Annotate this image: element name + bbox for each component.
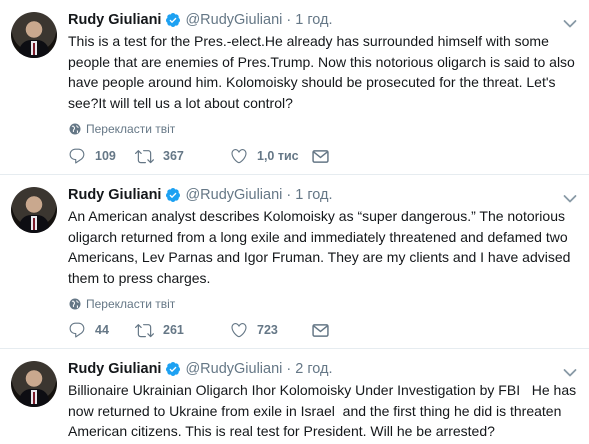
retweet-button[interactable]: 367 [135, 147, 230, 166]
tweet-header: Rudy Giuliani @RudyGiuliani · 1 год. [68, 10, 577, 30]
like-count: 723 [257, 323, 278, 337]
tweet-content: Rudy Giuliani @RudyGiuliani · 1 год. Thi… [68, 10, 577, 137]
caret-down-icon[interactable] [563, 16, 577, 28]
tweet-actions: 109 367 1,0 тис [68, 146, 329, 166]
translate-label: Перекласти твіт [86, 297, 176, 311]
retweet-icon [135, 321, 154, 340]
reply-icon [68, 147, 86, 165]
tweet-header: Rudy Giuliani @RudyGiuliani · 1 год. [68, 185, 577, 205]
tweet-timestamp[interactable]: 1 год. [295, 12, 332, 28]
reply-count: 44 [95, 323, 109, 337]
author-name[interactable]: Rudy Giuliani [68, 361, 161, 377]
author-name[interactable]: Rudy Giuliani [68, 12, 161, 28]
globe-icon [69, 123, 81, 135]
reply-button[interactable]: 109 [68, 147, 135, 165]
retweet-count: 367 [163, 149, 184, 163]
tweet-header: Rudy Giuliani @RudyGiuliani · 2 год. [68, 359, 577, 379]
separator-dot: · [286, 361, 292, 377]
message-icon [312, 323, 329, 337]
like-button[interactable]: 1,0 тис [230, 147, 312, 165]
tweet-timestamp[interactable]: 1 год. [295, 187, 332, 203]
translate-label: Перекласти твіт [86, 122, 176, 136]
author-handle[interactable]: @RudyGiuliani [185, 361, 282, 377]
direct-message-button[interactable] [312, 323, 329, 337]
separator-dot: · [286, 12, 292, 28]
separator-dot: · [286, 187, 292, 203]
like-button[interactable]: 723 [230, 321, 312, 339]
message-icon [312, 149, 329, 163]
tweet-feed: Rudy Giuliani @RudyGiuliani · 1 год. Thi… [0, 0, 589, 444]
author-handle[interactable]: @RudyGiuliani [185, 187, 282, 203]
tweet[interactable]: Rudy Giuliani @RudyGiuliani · 1 год. Thi… [0, 0, 589, 175]
retweet-icon [135, 147, 154, 166]
verified-badge-icon [165, 187, 181, 203]
tweet[interactable]: Rudy Giuliani @RudyGiuliani · 2 год. Bil… [0, 349, 589, 444]
author-name[interactable]: Rudy Giuliani [68, 187, 161, 203]
tweet-text: Billionaire Ukrainian Oligarch Ihor Kolo… [68, 382, 581, 439]
retweet-button[interactable]: 261 [135, 321, 230, 340]
caret-down-icon[interactable] [563, 191, 577, 203]
tweet-timestamp[interactable]: 2 год. [295, 361, 332, 377]
caret-down-icon[interactable] [563, 365, 577, 377]
globe-icon [69, 298, 81, 310]
verified-badge-icon [165, 361, 181, 377]
retweet-count: 261 [163, 323, 184, 337]
author-handle[interactable]: @RudyGiuliani [185, 12, 282, 28]
avatar[interactable] [11, 12, 57, 58]
tweet-content: Rudy Giuliani @RudyGiuliani · 1 год. An … [68, 185, 577, 312]
direct-message-button[interactable] [312, 149, 329, 163]
tweet-actions: 44 261 723 [68, 320, 329, 340]
translate-tweet-link[interactable]: Перекласти твіт [68, 296, 577, 312]
translate-tweet-link[interactable]: Перекласти твіт [68, 121, 577, 137]
tweet[interactable]: Rudy Giuliani @RudyGiuliani · 1 год. An … [0, 175, 589, 349]
avatar[interactable] [11, 187, 57, 233]
like-icon [230, 321, 248, 339]
reply-count: 109 [95, 149, 116, 163]
like-count: 1,0 тис [257, 149, 299, 163]
avatar[interactable] [11, 361, 57, 407]
reply-button[interactable]: 44 [68, 321, 135, 339]
tweet-content: Rudy Giuliani @RudyGiuliani · 2 год. Bil… [68, 359, 577, 442]
like-icon [230, 147, 248, 165]
reply-icon [68, 321, 86, 339]
tweet-text: An American analyst describes Kolomoisky… [68, 208, 571, 286]
verified-badge-icon [165, 12, 181, 28]
tweet-text: This is a test for the Pres.-elect.He al… [68, 33, 575, 111]
